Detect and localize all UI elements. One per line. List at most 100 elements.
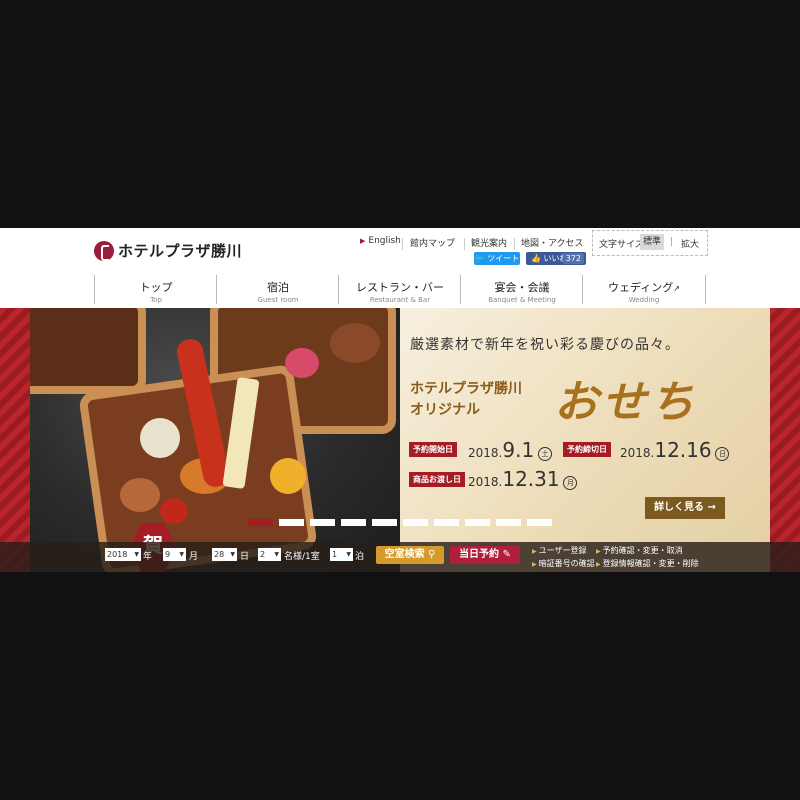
- nights-label: 泊: [355, 552, 365, 562]
- facebook-like-button[interactable]: 👍 いいね！ 372: [526, 252, 586, 265]
- slider-dot[interactable]: [310, 519, 335, 526]
- pin-confirm-link[interactable]: ▶ 暗証番号の確認: [532, 558, 595, 569]
- nav-label: トップ: [139, 281, 173, 294]
- chevron-down-icon: ▼: [179, 551, 184, 558]
- hero-title: おせち: [554, 377, 698, 428]
- slider-dot[interactable]: [341, 519, 366, 526]
- food-item: [160, 498, 188, 524]
- hero-tagline: 厳選素材で新年を祝い彩る慶びの品々。: [410, 337, 680, 353]
- food-item: [270, 458, 306, 494]
- year-label: 年: [143, 552, 153, 562]
- pen-icon: ✎: [499, 549, 511, 560]
- nav-sublabel: Top: [150, 296, 162, 304]
- chevron-down-icon: ▼: [274, 551, 279, 558]
- year-select[interactable]: 2018 ▼: [105, 548, 141, 561]
- font-size-label: 文字サイズ: [599, 240, 644, 250]
- chevron-down-icon: ▼: [346, 551, 351, 558]
- font-size-switcher: 文字サイズ 標準 | 拡大: [592, 230, 708, 256]
- slider-dot[interactable]: [434, 519, 459, 526]
- divider: [464, 238, 465, 250]
- nav-label: ウェディング↗: [608, 281, 680, 294]
- guests-label: 名様/1室: [284, 552, 320, 562]
- guests-select[interactable]: 2 ▼: [258, 548, 281, 561]
- month-label: 月: [189, 552, 199, 562]
- logo-text: ホテルプラザ勝川: [118, 242, 243, 260]
- food-item: [285, 348, 319, 378]
- twitter-bird-icon: 🐦: [474, 254, 485, 263]
- order-end-date: 2018.12.16 日: [620, 438, 730, 462]
- font-size-large-button[interactable]: 拡大: [681, 237, 699, 250]
- divider: [402, 238, 403, 250]
- hotel-logo[interactable]: ホテルプラザ勝川: [94, 240, 242, 261]
- nav-sublabel: Restaurant & Bar: [369, 296, 431, 304]
- food-item: [330, 323, 380, 363]
- slider-pagination: [248, 519, 552, 526]
- nav-item-banquet[interactable]: 宴会・会議 Banquet & Meeting: [460, 275, 583, 304]
- english-link[interactable]: ▶ English: [360, 236, 401, 246]
- order-end-badge: 予約締切日: [563, 442, 611, 457]
- like-count: 372: [562, 253, 584, 264]
- nav-sublabel: Banquet & Meeting: [488, 296, 556, 304]
- jubako-box: [30, 308, 146, 394]
- hero-pattern-right: [770, 308, 800, 572]
- chevron-down-icon: ▼: [230, 551, 235, 558]
- floor-map-link[interactable]: 館内マップ: [410, 236, 455, 249]
- tweet-button[interactable]: 🐦 ツイート: [474, 252, 520, 265]
- day-select[interactable]: 28 ▼: [212, 548, 237, 561]
- nav-sublabel: Guest room: [257, 296, 299, 304]
- registration-edit-link[interactable]: ▶ 登録情報確認・変更・削除: [596, 558, 699, 569]
- nav-label: 宴会・会議: [494, 281, 550, 294]
- nav-item-restaurant[interactable]: レストラン・バー Restaurant & Bar: [338, 275, 461, 304]
- triangle-right-icon: ▶: [532, 548, 537, 555]
- booking-confirm-link[interactable]: ▶ 予約確認・変更・取消: [596, 545, 683, 556]
- food-item: [120, 478, 160, 512]
- hero-subtitle-1: ホテルプラザ勝川: [410, 381, 522, 397]
- month-select[interactable]: 9 ▼: [163, 548, 186, 561]
- triangle-right-icon: ▶: [532, 561, 537, 568]
- chevron-down-icon: ▼: [134, 551, 139, 558]
- nav-label: レストラン・バー: [356, 281, 444, 294]
- slider-dot[interactable]: [248, 519, 273, 526]
- delivery-badge: 商品お渡し日: [409, 472, 465, 487]
- same-day-booking-button[interactable]: 当日予約 ✎: [450, 546, 520, 564]
- font-size-standard-button[interactable]: 標準: [640, 234, 664, 250]
- nav-item-guest-room[interactable]: 宿泊 Guest room: [216, 275, 339, 304]
- triangle-right-icon: ▶: [360, 237, 366, 245]
- divider: |: [670, 237, 674, 247]
- slider-dot[interactable]: [527, 519, 552, 526]
- slider-dot[interactable]: [372, 519, 397, 526]
- delivery-date: 2018.12.31 月: [468, 467, 578, 491]
- user-register-link[interactable]: ▶ ユーザー登録: [532, 545, 586, 556]
- nav-sublabel: Wedding: [628, 296, 660, 304]
- search-icon: ⚲: [424, 549, 436, 560]
- nights-select[interactable]: 1 ▼: [330, 548, 353, 561]
- booking-bar: 2018 ▼ 年 9 ▼ 月 28 ▼ 日 2 ▼ 名様/1室 1 ▼ 泊 空室検索 ⚲ …: [0, 542, 800, 572]
- triangle-right-icon: ▶: [596, 548, 601, 555]
- sightseeing-link[interactable]: 観光案内: [471, 236, 507, 249]
- hero-subtitle-2: オリジナル: [410, 402, 480, 418]
- availability-search-button[interactable]: 空室検索 ⚲: [376, 546, 444, 564]
- food-item: [140, 418, 180, 458]
- day-label: 日: [240, 552, 250, 562]
- more-details-button[interactable]: 詳しく見る →: [645, 497, 725, 519]
- order-start-date: 2018.9.1 土: [468, 438, 552, 462]
- nav-item-top[interactable]: トップ Top: [94, 275, 217, 304]
- logo-mark-icon: [94, 240, 114, 261]
- map-access-link[interactable]: 地図・アクセス: [521, 236, 584, 249]
- divider: [514, 238, 515, 250]
- order-start-badge: 予約開始日: [409, 442, 457, 457]
- slider-dot[interactable]: [403, 519, 428, 526]
- nav-label: 宿泊: [267, 281, 289, 294]
- triangle-right-icon: ▶: [596, 561, 601, 568]
- nav-item-wedding[interactable]: ウェディング↗ Wedding: [582, 275, 706, 304]
- external-link-icon: ↗: [673, 284, 680, 293]
- browser-viewport: ホテルプラザ勝川 ▶ English 館内マップ 観光案内 地図・アクセス 文字サ…: [0, 228, 800, 572]
- slider-dot[interactable]: [496, 519, 521, 526]
- slider-dot[interactable]: [279, 519, 304, 526]
- hero-banner[interactable]: 賀 厳選素材で新年を祝い彩る慶びの品々。 ホテルプラザ勝川 オリジナル おせち …: [0, 308, 800, 572]
- site-header: ホテルプラザ勝川 ▶ English 館内マップ 観光案内 地図・アクセス 文字サ…: [0, 228, 800, 308]
- hero-pattern-left: [0, 308, 30, 572]
- slider-dot[interactable]: [465, 519, 490, 526]
- osechi-photo: 賀: [30, 308, 400, 572]
- tweet-label: ツイート: [487, 254, 520, 263]
